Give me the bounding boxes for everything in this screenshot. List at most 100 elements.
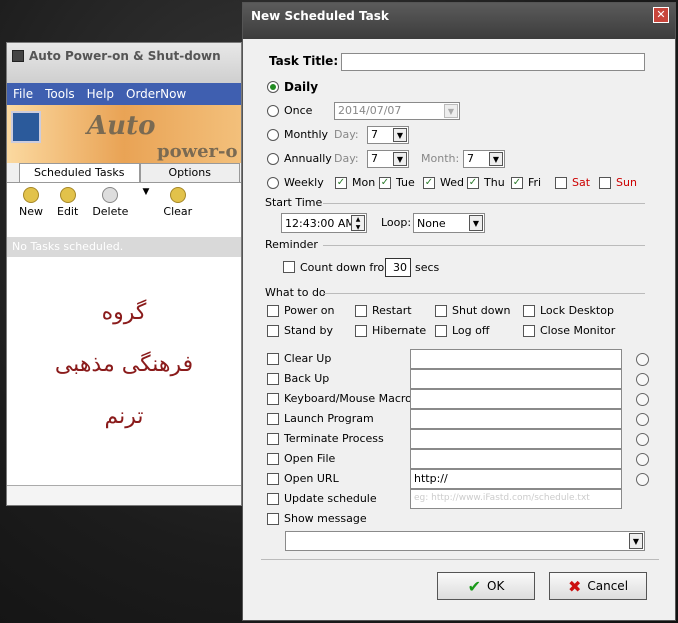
once-date-picker[interactable]: 2014/07/07 ▼ <box>334 102 460 120</box>
cancel-button[interactable]: ✖ Cancel <box>549 572 647 600</box>
annual-month-select[interactable]: 7 ▼ <box>463 150 505 168</box>
status-bar <box>7 485 241 505</box>
launch-program-input[interactable] <box>410 409 622 429</box>
check-shut-down[interactable] <box>435 305 447 317</box>
check-thu[interactable]: ✓ <box>467 177 479 189</box>
hibernate-label: Hibernate <box>372 324 427 337</box>
chevron-down-icon: ▼ <box>444 104 458 118</box>
banner-logo-text-2: power-o <box>157 141 238 162</box>
clear-up-input[interactable] <box>410 349 622 369</box>
delete-button[interactable]: Delete <box>92 187 128 227</box>
back-up-input[interactable] <box>410 369 622 389</box>
check-launch-program[interactable] <box>267 413 279 425</box>
check-tue[interactable]: ✓ <box>379 177 391 189</box>
shut-down-label: Shut down <box>452 304 511 317</box>
calligraphy-line-2: فرهنگی مذهبی <box>54 352 194 377</box>
radio-monthly[interactable] <box>267 129 279 141</box>
lock-desktop-label: Lock Desktop <box>540 304 614 317</box>
open-file-browse-button[interactable] <box>636 453 649 466</box>
check-show-message[interactable] <box>267 513 279 525</box>
check-back-up[interactable] <box>267 373 279 385</box>
clear-up-browse-button[interactable] <box>636 353 649 366</box>
once-date-value: 2014/07/07 <box>338 104 402 117</box>
check-open-url[interactable] <box>267 473 279 485</box>
annual-month-label: Month: <box>421 152 460 165</box>
menu-ordernow[interactable]: OrderNow <box>126 87 186 101</box>
back-up-browse-button[interactable] <box>636 373 649 386</box>
check-wed[interactable]: ✓ <box>423 177 435 189</box>
start-time-input[interactable]: 12:43:00 AM ▲ ▼ <box>281 213 367 233</box>
macro-label: Keyboard/Mouse Macro <box>284 392 412 405</box>
check-icon: ✔ <box>467 576 482 596</box>
ok-button[interactable]: ✔ OK <box>437 572 535 600</box>
check-macro[interactable] <box>267 393 279 405</box>
tab-options[interactable]: Options <box>139 163 240 182</box>
task-title-input[interactable] <box>341 53 645 71</box>
annual-day-select[interactable]: 7 ▼ <box>367 150 409 168</box>
launch-program-browse-button[interactable] <box>636 413 649 426</box>
check-countdown[interactable] <box>283 261 295 273</box>
macro-input[interactable] <box>410 389 622 409</box>
radio-annually[interactable] <box>267 153 279 165</box>
check-update-schedule[interactable] <box>267 493 279 505</box>
check-restart[interactable] <box>355 305 367 317</box>
check-sat[interactable] <box>555 177 567 189</box>
countdown-input[interactable]: 30 <box>385 258 411 277</box>
menu-file[interactable]: File <box>13 87 33 101</box>
chevron-down-icon: ▼ <box>469 215 483 231</box>
task-title-label: Task Title: <box>269 54 339 68</box>
macro-browse-button[interactable] <box>636 393 649 406</box>
open-file-input[interactable] <box>410 449 622 469</box>
menu-tools[interactable]: Tools <box>45 87 75 101</box>
check-clear-up[interactable] <box>267 353 279 365</box>
radio-weekly[interactable] <box>267 177 279 189</box>
start-time-value: 12:43:00 AM <box>285 217 355 230</box>
tab-scheduled-tasks[interactable]: Scheduled Tasks <box>19 163 140 182</box>
tue-label: Tue <box>396 176 415 189</box>
edit-icon <box>59 187 76 203</box>
loop-select[interactable]: None ▼ <box>413 213 485 233</box>
monthly-label: Monthly <box>284 128 329 141</box>
open-url-browse-button[interactable] <box>636 473 649 486</box>
monthly-day-value: 7 <box>371 128 378 141</box>
chevron-down-icon: ▼ <box>393 128 407 142</box>
new-button[interactable]: New <box>19 187 43 227</box>
update-schedule-input[interactable]: eg: http://www.iFastd.com/schedule.txt <box>410 489 622 509</box>
chevron-down-icon: ▼ <box>489 152 503 166</box>
check-mon[interactable]: ✓ <box>335 177 347 189</box>
menu-help[interactable]: Help <box>87 87 114 101</box>
new-label: New <box>19 205 43 218</box>
check-terminate-process[interactable] <box>267 433 279 445</box>
monthly-day-select[interactable]: 7 ▼ <box>367 126 409 144</box>
log-off-label: Log off <box>452 324 490 337</box>
power-on-label: Power on <box>284 304 335 317</box>
check-stand-by[interactable] <box>267 325 279 337</box>
chevron-down-icon: ▼ <box>393 152 407 166</box>
delete-icon <box>102 187 119 203</box>
check-lock-desktop[interactable] <box>523 305 535 317</box>
clear-button[interactable]: Clear <box>163 187 192 227</box>
delete-dropdown[interactable]: ▼ <box>142 187 149 227</box>
radio-daily[interactable] <box>267 81 279 93</box>
message-select[interactable]: ▼ <box>285 531 645 551</box>
check-hibernate[interactable] <box>355 325 367 337</box>
open-url-input[interactable]: http:// <box>410 469 622 489</box>
check-sun[interactable] <box>599 177 611 189</box>
dialog-title-bar[interactable]: New Scheduled Task ✕ <box>243 3 675 39</box>
check-fri[interactable]: ✓ <box>511 177 523 189</box>
close-button[interactable]: ✕ <box>653 7 669 23</box>
reminder-label: Reminder <box>265 238 318 251</box>
edit-button[interactable]: Edit <box>57 187 78 227</box>
radio-once[interactable] <box>267 105 279 117</box>
check-close-monitor[interactable] <box>523 325 535 337</box>
bg-title-bar[interactable]: Auto Power-on & Shut-down <box>7 43 241 83</box>
app-icon <box>12 50 24 62</box>
terminate-process-browse-button[interactable] <box>636 433 649 446</box>
clear-icon <box>169 187 186 203</box>
cross-icon: ✖ <box>567 576 582 596</box>
check-power-on[interactable] <box>267 305 279 317</box>
terminate-process-input[interactable] <box>410 429 622 449</box>
spinner-icon[interactable]: ▲ ▼ <box>351 215 365 231</box>
check-log-off[interactable] <box>435 325 447 337</box>
check-open-file[interactable] <box>267 453 279 465</box>
